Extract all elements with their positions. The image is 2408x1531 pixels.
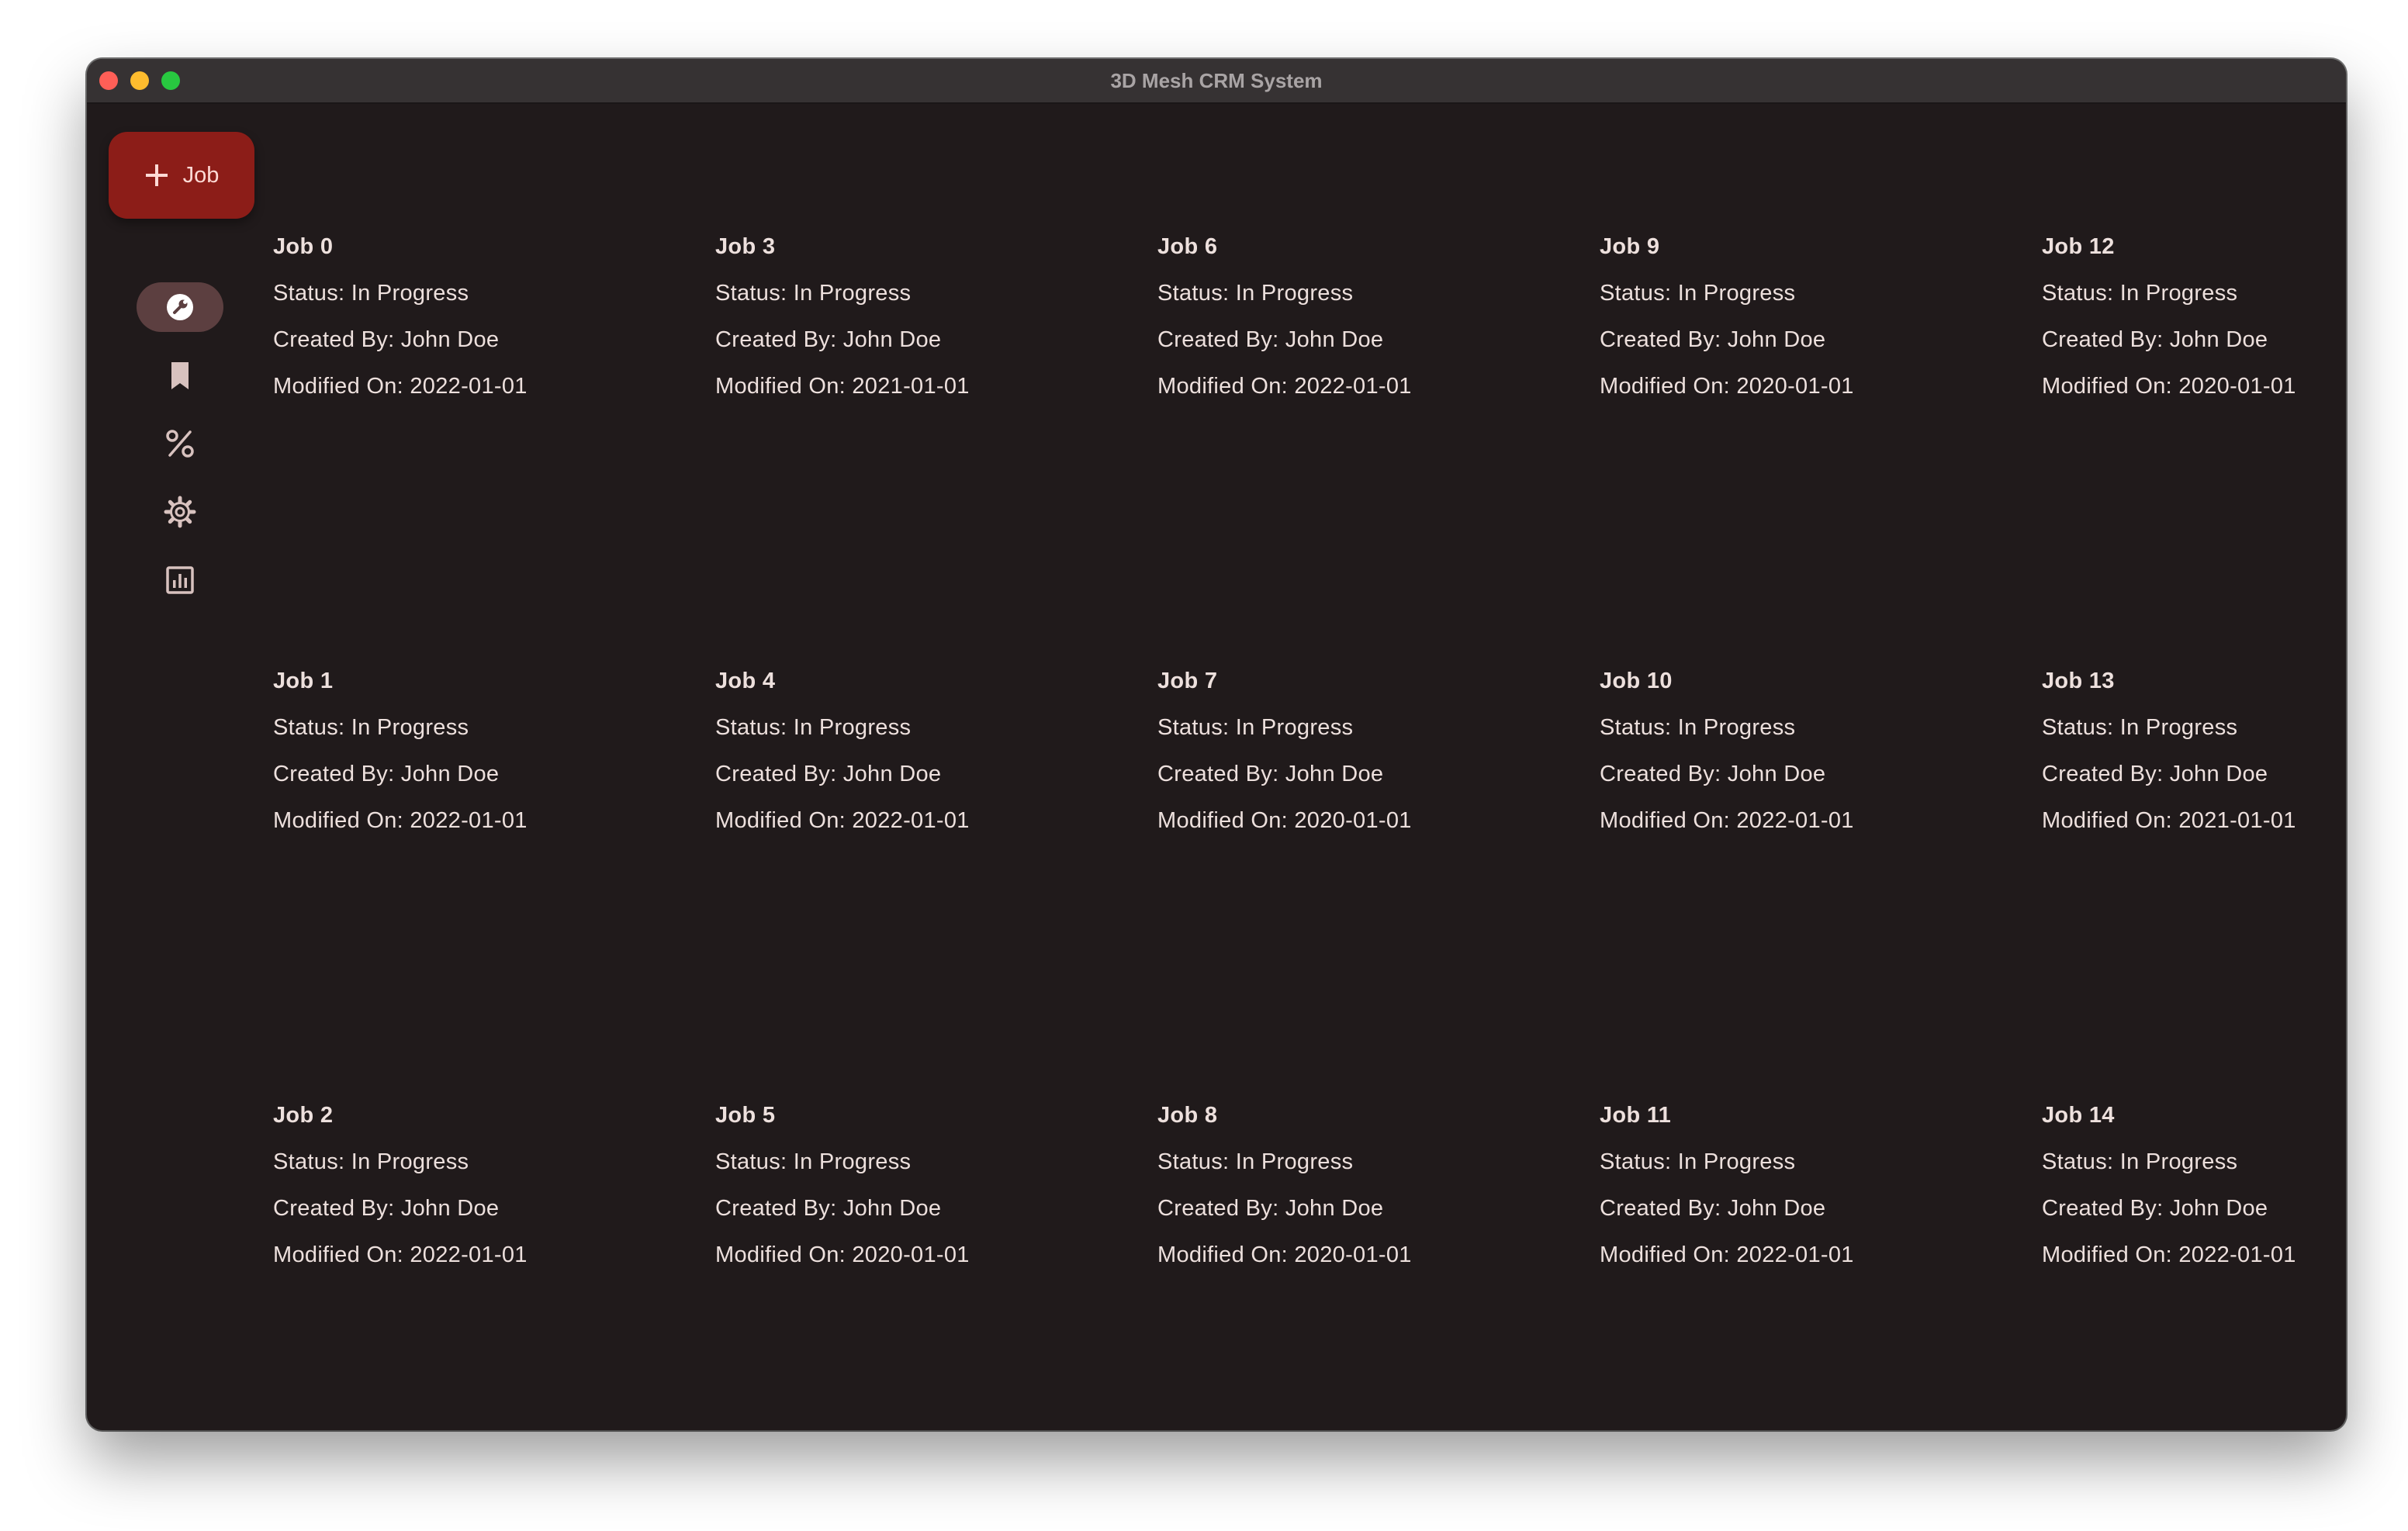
job-card[interactable]: Job 5 Status: In Progress Created By: Jo… — [715, 1103, 1134, 1430]
job-created-by: Created By: John Doe — [1157, 327, 1384, 352]
job-card[interactable]: Job 11 Status: In Progress Created By: J… — [1600, 1103, 2019, 1430]
job-modified-on: Modified On: 2022-01-01 — [715, 808, 970, 833]
job-card[interactable]: Job 7 Status: In Progress Created By: Jo… — [1157, 669, 1576, 1087]
job-card[interactable]: Job 13 Status: In Progress Created By: J… — [2042, 669, 2337, 1087]
job-modified-on: Modified On: 2022-01-01 — [273, 1242, 528, 1267]
window-title: 3D Mesh CRM System — [1110, 69, 1323, 92]
job-status: Status: In Progress — [1600, 715, 1796, 740]
job-created-by: Created By: John Doe — [715, 327, 942, 352]
rail-item-bookmarks[interactable] — [137, 351, 223, 400]
job-title: Job 10 — [1600, 669, 1673, 693]
job-status: Status: In Progress — [273, 1149, 469, 1174]
job-created-by: Created By: John Doe — [715, 1196, 942, 1221]
job-title: Job 4 — [715, 669, 776, 693]
add-job-button[interactable]: Job — [109, 132, 254, 219]
job-created-by: Created By: John Doe — [1600, 1196, 1826, 1221]
job-modified-on: Modified On: 2022-01-01 — [273, 808, 528, 833]
job-modified-on: Modified On: 2021-01-01 — [2042, 808, 2296, 833]
job-status: Status: In Progress — [1600, 1149, 1796, 1174]
job-title: Job 13 — [2042, 669, 2115, 693]
job-status: Status: In Progress — [715, 1149, 912, 1174]
job-title: Job 1 — [273, 669, 334, 693]
job-card[interactable]: Job 3 Status: In Progress Created By: Jo… — [715, 234, 1134, 653]
job-card[interactable]: Job 6 Status: In Progress Created By: Jo… — [1157, 234, 1576, 653]
job-created-by: Created By: John Doe — [1157, 762, 1384, 786]
rail-item-settings[interactable] — [137, 487, 223, 537]
job-created-by: Created By: John Doe — [273, 762, 500, 786]
rail-item-jobs[interactable] — [137, 282, 223, 332]
job-status: Status: In Progress — [715, 281, 912, 306]
job-modified-on: Modified On: 2022-01-01 — [1600, 1242, 1854, 1267]
job-modified-on: Modified On: 2020-01-01 — [1157, 1242, 1412, 1267]
job-card[interactable]: Job 10 Status: In Progress Created By: J… — [1600, 669, 2019, 1087]
job-status: Status: In Progress — [1600, 281, 1796, 306]
job-status: Status: In Progress — [2042, 715, 2238, 740]
job-card[interactable]: Job 8 Status: In Progress Created By: Jo… — [1157, 1103, 1576, 1430]
job-created-by: Created By: John Doe — [273, 327, 500, 352]
job-title: Job 12 — [2042, 234, 2115, 259]
job-created-by: Created By: John Doe — [1157, 1196, 1384, 1221]
job-title: Job 7 — [1157, 669, 1218, 693]
job-created-by: Created By: John Doe — [2042, 1196, 2268, 1221]
job-title: Job 14 — [2042, 1103, 2115, 1128]
job-modified-on: Modified On: 2020-01-01 — [1157, 808, 1412, 833]
job-title: Job 9 — [1600, 234, 1660, 259]
job-card[interactable]: Job 14 Status: In Progress Created By: J… — [2042, 1103, 2337, 1430]
job-created-by: Created By: John Doe — [1600, 327, 1826, 352]
job-modified-on: Modified On: 2020-01-01 — [1600, 374, 1854, 399]
job-title: Job 2 — [273, 1103, 334, 1128]
job-title: Job 11 — [1600, 1103, 1672, 1128]
chart-icon — [166, 566, 194, 594]
job-card[interactable]: Job 12 Status: In Progress Created By: J… — [2042, 234, 2337, 653]
rail-item-analytics[interactable] — [137, 555, 223, 605]
gear-icon — [164, 496, 196, 528]
job-status: Status: In Progress — [715, 715, 912, 740]
job-modified-on: Modified On: 2020-01-01 — [2042, 374, 2296, 399]
job-card[interactable]: Job 4 Status: In Progress Created By: Jo… — [715, 669, 1134, 1087]
job-created-by: Created By: John Doe — [1600, 762, 1826, 786]
job-title: Job 0 — [273, 234, 334, 259]
job-created-by: Created By: John Doe — [273, 1196, 500, 1221]
add-job-label: Job — [182, 162, 220, 188]
bookmark-icon — [171, 362, 189, 389]
job-modified-on: Modified On: 2022-01-01 — [1600, 808, 1854, 833]
job-modified-on: Modified On: 2020-01-01 — [715, 1242, 970, 1267]
job-created-by: Created By: John Doe — [2042, 762, 2268, 786]
job-status: Status: In Progress — [1157, 1149, 1354, 1174]
job-card[interactable]: Job 0 Status: In Progress Created By: Jo… — [273, 234, 692, 653]
job-status: Status: In Progress — [2042, 1149, 2238, 1174]
app-window: 3D Mesh CRM System Job Job 0 Status: In … — [87, 59, 2346, 1430]
plus-icon — [145, 164, 168, 186]
job-modified-on: Modified On: 2022-01-01 — [1157, 374, 1412, 399]
job-card[interactable]: Job 2 Status: In Progress Created By: Jo… — [273, 1103, 692, 1430]
job-title: Job 5 — [715, 1103, 776, 1128]
job-status: Status: In Progress — [1157, 715, 1354, 740]
job-card[interactable]: Job 9 Status: In Progress Created By: Jo… — [1600, 234, 2019, 653]
job-title: Job 6 — [1157, 234, 1218, 259]
title-bar: 3D Mesh CRM System — [87, 59, 2346, 104]
job-title: Job 3 — [715, 234, 776, 259]
rail-item-discounts[interactable] — [137, 419, 223, 468]
wrench-icon — [167, 294, 193, 320]
job-title: Job 8 — [1157, 1103, 1218, 1128]
job-card[interactable]: Job 1 Status: In Progress Created By: Jo… — [273, 669, 692, 1087]
job-modified-on: Modified On: 2021-01-01 — [715, 374, 970, 399]
job-status: Status: In Progress — [273, 281, 469, 306]
job-status: Status: In Progress — [273, 715, 469, 740]
job-modified-on: Modified On: 2022-01-01 — [273, 374, 528, 399]
job-modified-on: Modified On: 2022-01-01 — [2042, 1242, 2296, 1267]
job-status: Status: In Progress — [1157, 281, 1354, 306]
job-created-by: Created By: John Doe — [715, 762, 942, 786]
job-status: Status: In Progress — [2042, 281, 2238, 306]
job-created-by: Created By: John Doe — [2042, 327, 2268, 352]
percent-icon — [166, 430, 194, 458]
